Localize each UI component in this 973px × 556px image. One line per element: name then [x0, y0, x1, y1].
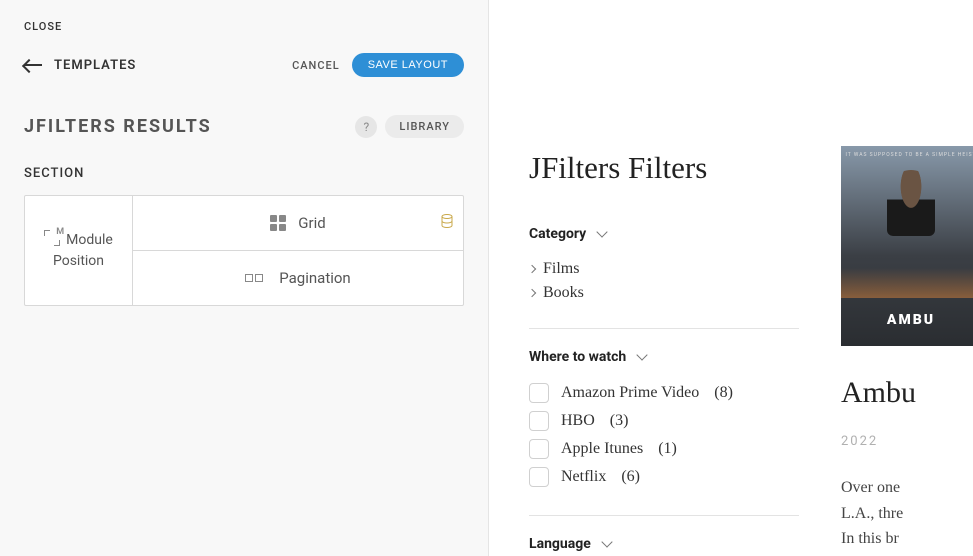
where-option-itunes[interactable]: Apple Itunes (1): [529, 439, 799, 459]
section-label: SECTION: [0, 162, 488, 195]
desc-line: L.A., thre: [841, 501, 973, 527]
category-item-label: Books: [543, 284, 584, 302]
poster-skyline: [841, 268, 973, 298]
where-option-label: Netflix: [561, 468, 606, 486]
where-option-netflix[interactable]: Netflix (6): [529, 467, 799, 487]
title-actions: ? LIBRARY: [355, 115, 464, 138]
language-label: Language: [529, 536, 591, 552]
filter-header-where[interactable]: Where to watch: [529, 349, 799, 365]
where-option-prime[interactable]: Amazon Prime Video (8): [529, 383, 799, 403]
category-item-label: Films: [543, 260, 579, 278]
close-button[interactable]: CLOSE: [0, 0, 488, 43]
category-item-books[interactable]: Books: [529, 284, 799, 302]
title-row: JFILTERS RESULTS ? LIBRARY: [0, 101, 488, 162]
where-option-count: (3): [610, 412, 629, 430]
checkbox-icon[interactable]: [529, 467, 549, 487]
filters-title: JFilters Filters: [529, 150, 799, 186]
row-grid-label: Grid: [298, 214, 325, 232]
section-layout-box: M Module Position Grid Pagination: [24, 195, 464, 306]
movie-poster[interactable]: IT WAS SUPPOSED TO BE A SIMPLE HEIST AMB…: [841, 146, 973, 346]
movie-description: Over one L.A., thre In this br director-: [841, 475, 973, 556]
chevron-right-icon: [528, 289, 536, 297]
pagination-icon: [245, 273, 267, 283]
row-grid[interactable]: Grid: [133, 196, 463, 250]
library-button[interactable]: LIBRARY: [385, 115, 464, 138]
editor-left-panel: CLOSE TEMPLATES CANCEL SAVE LAYOUT JFILT…: [0, 0, 489, 556]
poster-tagline: IT WAS SUPPOSED TO BE A SIMPLE HEIST: [841, 152, 973, 158]
filters-area: JFilters Filters Category Films Books Wh…: [489, 0, 799, 556]
where-option-count: (1): [658, 440, 677, 458]
templates-label: TEMPLATES: [54, 58, 136, 73]
arrow-left-icon: [24, 64, 42, 66]
filter-group-language: Language: [529, 536, 799, 556]
desc-line: director-: [841, 552, 973, 556]
chevron-down-icon: [601, 536, 612, 547]
row-pagination[interactable]: Pagination: [133, 250, 463, 305]
templates-back-link[interactable]: TEMPLATES: [24, 58, 136, 73]
database-icon[interactable]: [441, 214, 453, 232]
filter-header-language[interactable]: Language: [529, 536, 799, 552]
checkbox-icon[interactable]: [529, 439, 549, 459]
movie-title[interactable]: Ambu: [841, 376, 973, 410]
save-layout-button[interactable]: SAVE LAYOUT: [352, 53, 464, 77]
header-actions: CANCEL SAVE LAYOUT: [292, 53, 464, 77]
where-option-label: HBO: [561, 412, 595, 430]
chevron-right-icon: [528, 265, 536, 273]
row-pagination-label: Pagination: [279, 269, 350, 287]
where-option-count: (6): [621, 468, 640, 486]
where-label: Where to watch: [529, 349, 626, 365]
rows-area: Grid Pagination: [133, 196, 463, 305]
poster-title-text: AMBU: [841, 312, 973, 328]
templates-header-row: TEMPLATES CANCEL SAVE LAYOUT: [0, 43, 488, 101]
grid-icon: [270, 215, 286, 231]
help-button[interactable]: ?: [355, 116, 377, 138]
where-option-label: Apple Itunes: [561, 440, 643, 458]
desc-line: Over one: [841, 475, 973, 501]
chevron-down-icon: [637, 349, 648, 360]
module-position-icon: M: [44, 230, 60, 246]
chevron-down-icon: [596, 226, 607, 237]
checkbox-icon[interactable]: [529, 383, 549, 403]
category-label: Category: [529, 226, 586, 242]
filter-group-where: Where to watch Amazon Prime Video (8) HB…: [529, 349, 799, 516]
movie-detail-area: IT WAS SUPPOSED TO BE A SIMPLE HEIST AMB…: [799, 0, 973, 556]
category-item-films[interactable]: Films: [529, 260, 799, 278]
poster-figure: [887, 170, 935, 236]
module-position-cell[interactable]: M Module Position: [25, 196, 133, 305]
movie-year: 2022: [841, 434, 973, 449]
filter-header-category[interactable]: Category: [529, 226, 799, 242]
where-option-count: (8): [714, 384, 733, 402]
page-title: JFILTERS RESULTS: [24, 116, 212, 137]
checkbox-icon[interactable]: [529, 411, 549, 431]
where-option-hbo[interactable]: HBO (3): [529, 411, 799, 431]
cancel-button[interactable]: CANCEL: [292, 59, 340, 72]
where-option-label: Amazon Prime Video: [561, 384, 699, 402]
filter-group-category: Category Films Books: [529, 226, 799, 329]
preview-right-panel: JFilters Filters Category Films Books Wh…: [489, 0, 973, 556]
desc-line: In this br: [841, 526, 973, 552]
